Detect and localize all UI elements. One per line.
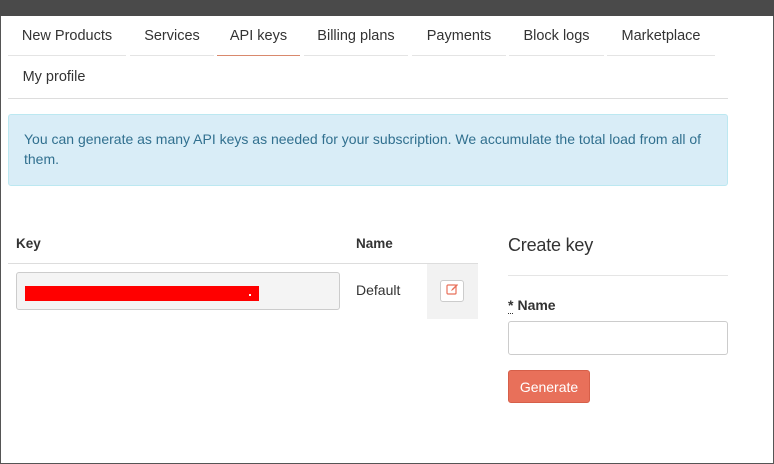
required-marker: * (508, 297, 514, 314)
table-header-divider (8, 263, 478, 264)
tab-my-profile[interactable]: My profile (8, 57, 100, 97)
tab-new-products[interactable]: New Products (8, 16, 126, 56)
top-bar (0, 0, 774, 16)
create-key-title: Create key (508, 235, 594, 255)
tab-api-keys[interactable]: API keys (217, 16, 300, 56)
column-header-name: Name (356, 236, 393, 251)
edit-icon (445, 282, 459, 300)
name-label-text: Name (517, 297, 556, 313)
generate-button[interactable]: Generate (508, 370, 590, 403)
tab-block-logs[interactable]: Block logs (509, 16, 604, 56)
key-name-cell: Default (356, 282, 401, 298)
nav-divider (8, 98, 728, 99)
tab-payments[interactable]: Payments (412, 16, 506, 56)
column-header-key: Key (16, 236, 41, 251)
tab-marketplace[interactable]: Marketplace (607, 16, 715, 56)
nav-tabs: New Products Services API keys Billing p… (8, 16, 728, 99)
name-input[interactable] (508, 321, 728, 355)
tab-services[interactable]: Services (130, 16, 214, 56)
info-alert: You can generate as many API keys as nee… (8, 114, 728, 186)
name-field-label: * Name (508, 297, 556, 314)
alert-text: You can generate as many API keys as nee… (24, 131, 702, 167)
redaction-artifact (249, 294, 251, 296)
redacted-key-value (25, 286, 259, 301)
create-key-divider (508, 275, 728, 276)
edit-key-button[interactable] (440, 280, 464, 302)
api-key-field[interactable] (16, 272, 340, 310)
key-actions-cell (427, 264, 478, 319)
tab-billing-plans[interactable]: Billing plans (304, 16, 408, 56)
